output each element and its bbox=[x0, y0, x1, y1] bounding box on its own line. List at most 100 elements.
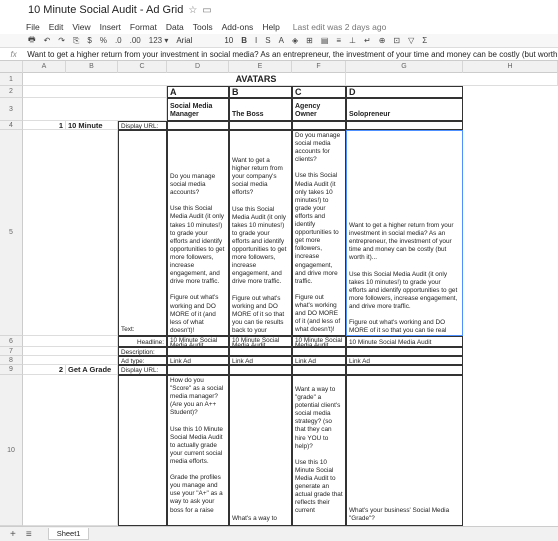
ad-type-label-1[interactable]: Ad type: bbox=[118, 356, 167, 365]
row-6-empty[interactable] bbox=[23, 336, 118, 347]
persona-name-b[interactable]: The Boss bbox=[229, 98, 292, 121]
persona-letter-d[interactable]: D bbox=[346, 86, 463, 98]
menu-view[interactable]: View bbox=[72, 22, 90, 32]
menu-help[interactable]: Help bbox=[262, 22, 279, 32]
decrease-decimal-button[interactable]: .0 bbox=[115, 36, 122, 45]
description-c-1[interactable] bbox=[292, 347, 346, 356]
row-8-empty[interactable] bbox=[23, 356, 118, 365]
ad-text-c-2[interactable]: Want a way to "grade" a potential client… bbox=[292, 375, 346, 526]
document-title[interactable]: 10 Minute Social Audit - Ad Grid bbox=[28, 4, 183, 16]
fill-color-button[interactable]: ◈ bbox=[292, 36, 298, 45]
row-header-6[interactable]: 6 bbox=[0, 336, 23, 347]
display-url-c-1[interactable] bbox=[292, 121, 346, 130]
column-header-c[interactable]: C bbox=[118, 61, 167, 73]
print-button[interactable]: 🖶 bbox=[28, 34, 36, 48]
italic-button[interactable]: I bbox=[255, 36, 257, 45]
persona-letter-a[interactable]: A bbox=[167, 86, 229, 98]
ad-type-d-1[interactable]: Link Ad bbox=[346, 356, 463, 365]
headline-c-1[interactable]: 10 Minute Social Media Audit bbox=[292, 336, 346, 347]
borders-button[interactable]: ⊞ bbox=[306, 36, 313, 45]
font-select[interactable]: Arial bbox=[176, 36, 216, 45]
column-header-f[interactable]: F bbox=[292, 61, 346, 73]
currency-format-button[interactable]: $ bbox=[87, 36, 91, 45]
description-d-1[interactable] bbox=[346, 347, 463, 356]
row-7-empty[interactable] bbox=[23, 347, 118, 356]
column-header-g[interactable]: G bbox=[346, 61, 463, 73]
display-url-b-2[interactable] bbox=[229, 365, 292, 375]
description-a-1[interactable] bbox=[167, 347, 229, 356]
persona-letter-b[interactable]: B bbox=[229, 86, 292, 98]
column-header-e[interactable]: E bbox=[229, 61, 292, 73]
folder-icon[interactable]: ▭ bbox=[202, 5, 211, 16]
vertical-align-button[interactable]: ⊥ bbox=[349, 36, 356, 45]
merge-cells-button[interactable]: ▤ bbox=[321, 36, 329, 45]
headline-b-1[interactable]: 10 Minute Social Media Audit bbox=[229, 336, 292, 347]
row-header-7[interactable]: 7 bbox=[0, 347, 23, 356]
section-2-name[interactable]: Get A Grade bbox=[66, 365, 118, 375]
persona-letter-c[interactable]: C bbox=[292, 86, 346, 98]
functions-button[interactable]: Σ bbox=[422, 36, 427, 45]
menu-edit[interactable]: Edit bbox=[49, 22, 64, 32]
more-formats-button[interactable]: 123 ▾ bbox=[149, 36, 169, 45]
section-1-number[interactable]: 1 bbox=[23, 121, 66, 130]
ad-type-c-1[interactable]: Link Ad bbox=[292, 356, 346, 365]
display-url-label-1[interactable]: Display URL: bbox=[118, 121, 167, 130]
section-1-name[interactable]: 10 Minute bbox=[66, 121, 118, 130]
align-button[interactable]: ≡ bbox=[336, 36, 341, 45]
persona-name-c[interactable]: Agency Owner bbox=[292, 98, 346, 121]
row-header-2[interactable]: 2 bbox=[0, 86, 23, 98]
wrap-text-button[interactable]: ↵ bbox=[364, 36, 371, 45]
section-2-number[interactable]: 2 bbox=[23, 365, 66, 375]
headline-d-1[interactable]: 10 Minute Social Media Audit bbox=[346, 336, 463, 347]
text-label-2[interactable] bbox=[118, 375, 167, 526]
persona-name-d[interactable]: Solopreneur bbox=[346, 98, 463, 121]
paint-format-button[interactable]: ⎘ bbox=[73, 36, 79, 46]
last-edit-status[interactable]: Last edit was 2 days ago bbox=[293, 22, 387, 32]
plus-icon[interactable]: + bbox=[10, 529, 16, 540]
strikethrough-button[interactable]: S bbox=[265, 36, 270, 45]
display-url-d-2[interactable] bbox=[346, 365, 463, 375]
menu-addons[interactable]: Add-ons bbox=[222, 22, 254, 32]
headline-a-1[interactable]: 10 Minute Social Media Audit bbox=[167, 336, 229, 347]
menu-file[interactable]: File bbox=[26, 22, 40, 32]
filter-button[interactable]: ▽ bbox=[408, 36, 414, 45]
row-header-8[interactable]: 8 bbox=[0, 356, 23, 365]
column-header-d[interactable]: D bbox=[167, 61, 229, 73]
ad-type-b-1[interactable]: Link Ad bbox=[229, 356, 292, 365]
formula-input[interactable]: Want to get a higher return from your in… bbox=[27, 50, 558, 59]
row-3-empty[interactable] bbox=[23, 98, 167, 121]
star-icon[interactable]: ☆ bbox=[188, 5, 197, 16]
display-url-label-2[interactable]: Display URL: bbox=[118, 365, 167, 375]
row-10-empty[interactable] bbox=[23, 375, 118, 526]
row-header-5[interactable]: 5 bbox=[0, 130, 23, 336]
row-header-3[interactable]: 3 bbox=[0, 98, 23, 121]
row-header-10[interactable]: 10 bbox=[0, 375, 23, 526]
insert-link-button[interactable]: ⊕ bbox=[379, 36, 386, 45]
font-size-select[interactable]: 10 bbox=[224, 36, 233, 45]
persona-name-a[interactable]: Social Media Manager bbox=[167, 98, 229, 121]
ad-text-a-2[interactable]: How do you "Score" as a social media man… bbox=[167, 375, 229, 526]
row-2-empty[interactable] bbox=[23, 86, 167, 98]
list-icon[interactable]: ≡ bbox=[26, 529, 32, 540]
row-header-4[interactable]: 4 bbox=[0, 121, 23, 130]
display-url-c-2[interactable] bbox=[292, 365, 346, 375]
ad-text-b-2[interactable]: What's a way to bbox=[229, 375, 292, 526]
menu-tools[interactable]: Tools bbox=[193, 22, 213, 32]
ad-text-d-1[interactable]: Want to get a higher return from your in… bbox=[346, 130, 463, 336]
menu-data[interactable]: Data bbox=[166, 22, 184, 32]
row-header-1[interactable]: 1 bbox=[0, 73, 23, 86]
ad-text-a-1[interactable]: Do you manage social media accounts? Use… bbox=[167, 130, 229, 336]
ad-text-c-1[interactable]: Do you manage social media accounts for … bbox=[292, 130, 346, 336]
menu-insert[interactable]: Insert bbox=[100, 22, 121, 32]
text-label-1[interactable]: Text: bbox=[118, 130, 167, 336]
redo-button[interactable]: ↷ bbox=[58, 36, 65, 45]
column-header-h[interactable]: H bbox=[463, 61, 558, 73]
undo-button[interactable]: ↶ bbox=[44, 36, 51, 45]
row-header-9[interactable]: 9 bbox=[0, 365, 23, 375]
percent-format-button[interactable]: % bbox=[100, 36, 107, 45]
display-url-d-1[interactable] bbox=[346, 121, 463, 130]
bold-button[interactable]: B bbox=[241, 36, 247, 45]
insert-comment-button[interactable]: ⊡ bbox=[393, 36, 400, 45]
description-label-1[interactable]: Description: bbox=[118, 347, 167, 356]
text-color-button[interactable]: A bbox=[279, 36, 284, 45]
